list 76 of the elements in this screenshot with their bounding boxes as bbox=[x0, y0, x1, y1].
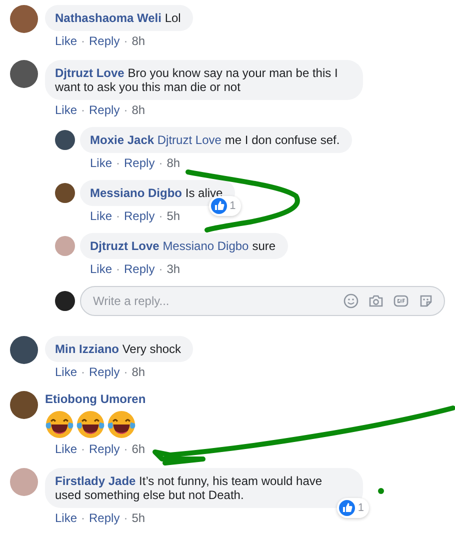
separator-dot: · bbox=[116, 156, 120, 170]
reaction-count: 1 bbox=[358, 502, 364, 514]
like-link[interactable]: Like bbox=[55, 442, 78, 456]
camera-icon[interactable] bbox=[368, 293, 384, 309]
separator-dot: · bbox=[158, 156, 163, 170]
author-link[interactable]: Firstlady Jade bbox=[55, 474, 136, 488]
separator-dot: · bbox=[81, 365, 86, 379]
comment-text: Nathashaoma Weli Lol bbox=[55, 11, 181, 25]
sticker-icon[interactable] bbox=[418, 293, 434, 309]
timestamp: 5h bbox=[132, 511, 146, 525]
like-link[interactable]: Like bbox=[90, 156, 112, 170]
separator-dot: · bbox=[158, 262, 163, 276]
separator-dot: · bbox=[124, 34, 128, 48]
reply-link[interactable]: Reply bbox=[89, 365, 120, 379]
avatar[interactable] bbox=[55, 130, 75, 150]
comment-text: Djtruzt Love Messiano Digbo sure bbox=[90, 239, 276, 253]
avatar[interactable] bbox=[10, 60, 38, 88]
like-link[interactable]: Like bbox=[55, 511, 78, 525]
separator-dot: · bbox=[81, 103, 86, 117]
reply-field[interactable]: Write a reply... bbox=[91, 293, 334, 309]
like-link[interactable]: Like bbox=[55, 103, 78, 117]
author-link[interactable]: Djtruzt Love bbox=[90, 239, 160, 253]
author-link[interactable]: Nathashaoma Weli bbox=[55, 11, 162, 25]
emoji-icon[interactable] bbox=[343, 293, 359, 309]
separator-dot: · bbox=[158, 209, 163, 223]
separator-dot: · bbox=[81, 442, 86, 456]
like-icon bbox=[338, 500, 355, 516]
laughing-face-icon bbox=[76, 410, 105, 439]
like-icon bbox=[210, 198, 227, 214]
laughing-face-icon bbox=[45, 410, 74, 439]
comment-text: Moxie Jack Djtruzt Love me I don confuse sef. bbox=[90, 133, 340, 147]
timestamp: 8h bbox=[132, 103, 146, 117]
comment-text: Min Izziano Very shock bbox=[55, 342, 182, 356]
like-link[interactable]: Like bbox=[90, 262, 112, 276]
like-link[interactable]: Like bbox=[55, 34, 78, 48]
separator-dot: · bbox=[124, 365, 128, 379]
reply-link[interactable]: Reply bbox=[124, 209, 155, 223]
reply-link[interactable]: Reply bbox=[89, 442, 120, 456]
avatar[interactable] bbox=[10, 391, 38, 419]
mention-link[interactable]: Djtruzt Love bbox=[157, 133, 222, 147]
separator-dot: · bbox=[116, 209, 120, 223]
comment-text: Firstlady Jade It’s not funny, his team would have used something else but not Death. bbox=[55, 474, 324, 502]
author-link[interactable]: Min Izziano bbox=[55, 342, 119, 356]
like-link[interactable]: Like bbox=[55, 365, 78, 379]
author-link[interactable]: Etiobong Umoren bbox=[45, 391, 455, 406]
author-link[interactable]: Moxie Jack bbox=[90, 133, 154, 147]
timestamp: 8h bbox=[132, 365, 146, 379]
separator-dot: · bbox=[81, 34, 86, 48]
reply-link[interactable]: Reply bbox=[89, 103, 120, 117]
separator-dot: · bbox=[124, 103, 128, 117]
separator-dot: · bbox=[124, 442, 128, 456]
mention-link[interactable]: Messiano Digbo bbox=[162, 239, 249, 253]
avatar[interactable] bbox=[10, 336, 38, 364]
laughing-face-icon bbox=[107, 410, 136, 439]
reply-link[interactable]: Reply bbox=[124, 156, 155, 170]
avatar[interactable] bbox=[55, 291, 75, 311]
timestamp: 8h bbox=[132, 34, 146, 48]
comment-text: Djtruzt Love Bro you know say na your man be this I want to ask you this man die or not bbox=[55, 66, 339, 94]
separator-dot: · bbox=[81, 511, 86, 525]
timestamp: 5h bbox=[166, 209, 180, 223]
reply-box[interactable]: Write a reply... bbox=[80, 286, 445, 316]
timestamp: 6h bbox=[132, 442, 146, 456]
timestamp: 3h bbox=[166, 262, 180, 276]
avatar[interactable] bbox=[55, 183, 75, 203]
separator-dot: · bbox=[124, 511, 128, 525]
reply-link[interactable]: Reply bbox=[124, 262, 155, 276]
reply-link[interactable]: Reply bbox=[89, 511, 120, 525]
timestamp: 8h bbox=[166, 156, 180, 170]
marker-dot bbox=[378, 488, 384, 494]
author-link[interactable]: Djtruzt Love bbox=[55, 66, 124, 80]
separator-dot: · bbox=[116, 262, 120, 276]
reaction-count: 1 bbox=[230, 200, 236, 212]
like-link[interactable]: Like bbox=[90, 209, 112, 223]
author-link[interactable]: Messiano Digbo bbox=[90, 186, 182, 200]
reply-link[interactable]: Reply bbox=[89, 34, 120, 48]
gif-icon[interactable] bbox=[393, 293, 409, 309]
